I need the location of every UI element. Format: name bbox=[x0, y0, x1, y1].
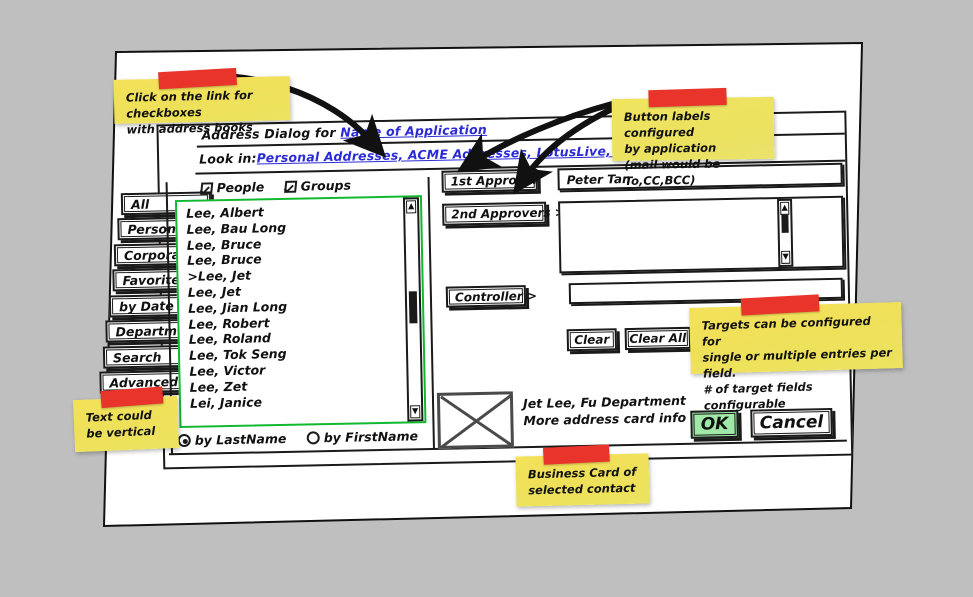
list-item[interactable]: Lei, Janice bbox=[190, 391, 398, 411]
sort-by-firstname[interactable]: by FirstName bbox=[307, 428, 423, 445]
sticky-note-targets: Targets can be configured for single or … bbox=[689, 302, 903, 374]
scrollbar-thumb[interactable] bbox=[409, 291, 418, 323]
sticky-note-line: Button labels configured bbox=[624, 107, 764, 141]
clear-button-label: Clear bbox=[574, 332, 609, 347]
dialog-title-link[interactable]: Name of Application bbox=[340, 122, 487, 140]
sort-option-label: by FirstName bbox=[324, 428, 419, 445]
scroll-up-icon[interactable]: ▲ bbox=[780, 202, 789, 215]
sticky-note-line: Click on the link for checkboxes bbox=[126, 86, 281, 121]
filter-groups[interactable]: Groups bbox=[284, 178, 351, 194]
clear-button[interactable]: Clear bbox=[567, 328, 617, 351]
sticky-note-button-labels: Button labels configured by application … bbox=[612, 97, 775, 161]
filter-people[interactable]: People bbox=[201, 179, 269, 195]
scroll-up-icon[interactable]: ▲ bbox=[406, 200, 416, 213]
target-button-2nd-approvers[interactable]: 2nd Approvers > bbox=[442, 202, 546, 226]
business-card-photo-placeholder bbox=[437, 391, 514, 449]
scroll-down-icon[interactable]: ▼ bbox=[410, 405, 420, 418]
contacts-list[interactable]: Lee, Albert Lee, Bau Long Lee, Bruce Lee… bbox=[186, 202, 398, 424]
sticky-note-link-checkboxes: Click on the link for checkboxes with ad… bbox=[114, 76, 291, 124]
mockup-canvas: Address Dialog for Name of Application L… bbox=[0, 0, 973, 587]
business-card-line2: More address card info bbox=[523, 409, 686, 429]
target-button-1st-approver[interactable]: 1st Approver bbox=[441, 169, 537, 193]
checkbox-groups-icon[interactable] bbox=[284, 181, 297, 193]
tape-strip bbox=[100, 386, 163, 408]
sticky-note-line: (mail would be To,CC,BCC) bbox=[624, 155, 764, 189]
sticky-note-line: # of target fields configurable bbox=[703, 376, 894, 413]
sticky-note-vertical-text: Text could be vertical bbox=[73, 396, 179, 452]
target-button-controller[interactable]: Controller > bbox=[446, 285, 526, 308]
filter-groups-label: Groups bbox=[300, 178, 351, 194]
sort-by-lastname[interactable]: by LastName bbox=[178, 431, 291, 448]
cancel-button-label: Cancel bbox=[760, 412, 824, 433]
ok-button[interactable]: OK bbox=[690, 410, 739, 439]
target-field-scrollbar[interactable]: ▲ ▼ bbox=[777, 199, 793, 267]
radio-lastname-icon[interactable] bbox=[178, 434, 191, 447]
tape-strip bbox=[648, 88, 726, 107]
sticky-note-line: selected contact bbox=[528, 480, 639, 499]
tape-strip bbox=[741, 294, 820, 315]
tape-strip bbox=[543, 444, 610, 464]
target-button-label: 2nd Approvers > bbox=[451, 205, 565, 221]
scroll-down-icon[interactable]: ▼ bbox=[781, 251, 790, 264]
sticky-note-line: by application bbox=[624, 139, 764, 157]
sticky-note-line: be vertical bbox=[86, 422, 169, 441]
cancel-button[interactable]: Cancel bbox=[750, 408, 833, 438]
filter-people-label: People bbox=[217, 179, 265, 195]
target-button-label: 1st Approver bbox=[450, 173, 538, 189]
contacts-listbox[interactable]: Lee, Albert Lee, Bau Long Lee, Bruce Lee… bbox=[175, 195, 427, 428]
sidebar-tab-label: by Date bbox=[119, 298, 174, 314]
tape-strip bbox=[158, 68, 237, 89]
ok-button-label: OK bbox=[701, 414, 729, 435]
target-field-value: Peter Tan bbox=[566, 172, 630, 187]
scrollbar-thumb[interactable] bbox=[781, 215, 788, 233]
sticky-note-line: Targets can be configured for bbox=[701, 312, 892, 349]
checkbox-people-icon[interactable] bbox=[200, 182, 213, 194]
sidebar-tab-label: Search bbox=[113, 349, 162, 365]
sticky-note-line: with address books bbox=[126, 118, 280, 137]
sidebar-tab-label: All bbox=[131, 196, 150, 211]
clear-all-button-label: Clear All bbox=[629, 331, 686, 346]
clear-all-button[interactable]: Clear All bbox=[625, 327, 691, 350]
sticky-note-line: single or multiple entries per field. bbox=[702, 344, 893, 381]
sticky-note-business-card: Business Card of selected contact bbox=[515, 453, 649, 506]
target-button-label: Controller > bbox=[455, 288, 537, 304]
lookin-label: Look in: bbox=[199, 150, 257, 166]
target-field-2nd-approvers[interactable] bbox=[558, 196, 844, 274]
sort-option-label: by LastName bbox=[195, 431, 287, 448]
radio-firstname-icon[interactable] bbox=[307, 431, 320, 444]
